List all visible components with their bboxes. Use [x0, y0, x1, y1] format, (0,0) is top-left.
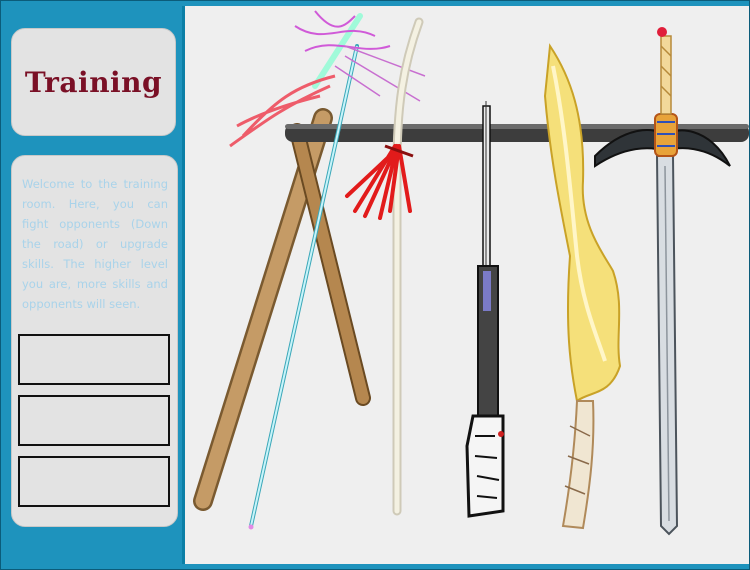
intro-text: Welcome to the training room. Here, you … — [22, 177, 168, 311]
sidebar: Training Welcome to the training room. H… — [0, 0, 180, 570]
option-slot-2[interactable] — [18, 395, 170, 446]
page-title: Training — [24, 65, 163, 99]
weapon-rack-illustration — [193, 10, 749, 536]
weapon-rack-scene — [182, 6, 749, 564]
option-slot-1[interactable] — [18, 334, 170, 385]
wooden-staff[interactable] — [193, 108, 371, 511]
tasseled-staff[interactable] — [345, 17, 424, 516]
rifle[interactable] — [465, 101, 505, 518]
option-slot-3[interactable] — [18, 456, 170, 507]
golden-blade[interactable] — [543, 43, 622, 530]
title-panel: Training — [11, 28, 176, 136]
info-panel: Welcome to the training room. Here, you … — [11, 155, 178, 527]
